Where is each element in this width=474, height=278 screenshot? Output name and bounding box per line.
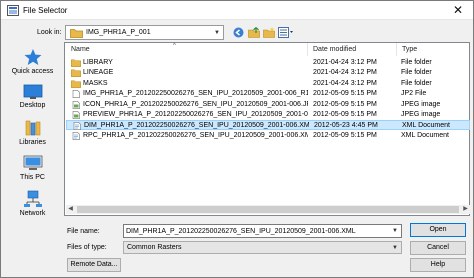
- file-row[interactable]: IMG_PHR1A_P_201202250026276_SEN_IPU_2012…: [66, 89, 470, 99]
- file-type: XML Document: [401, 131, 449, 139]
- sort-caret-icon: ^: [173, 43, 176, 49]
- file-date: 2021-04-24 3:12 PM: [313, 59, 377, 66]
- filetype-dropdown[interactable]: Common Rasters ▼: [123, 241, 402, 254]
- file-type: JPEG image: [401, 100, 441, 108]
- window-title: File Selector: [23, 6, 68, 15]
- scroll-left-icon[interactable]: ◀: [66, 205, 75, 214]
- chevron-down-icon: ▼: [214, 30, 220, 36]
- image-file-icon: [71, 111, 81, 119]
- file-selector-dialog: File Selector ✕ Look in: IMG_PHR1A_P_001…: [0, 0, 474, 278]
- place-this-pc[interactable]: This PC: [5, 154, 60, 182]
- filename-field[interactable]: [124, 225, 386, 237]
- file-icon: [71, 90, 81, 99]
- place-libraries[interactable]: Libraries: [5, 119, 60, 147]
- column-divider[interactable]: [396, 43, 397, 56]
- file-date: 2012-05-09 5:15 PM: [313, 90, 377, 98]
- back-button[interactable]: [232, 25, 245, 40]
- file-row[interactable]: PREVIEW_PHR1A_P_201202250026276_SEN_IPU_…: [66, 110, 470, 120]
- file-name: LINEAGE: [83, 69, 114, 77]
- scroll-right-icon[interactable]: ▶: [461, 205, 470, 214]
- column-header-name[interactable]: Name: [71, 43, 90, 56]
- column-divider[interactable]: [307, 43, 308, 56]
- place-label: This PC: [20, 174, 45, 181]
- up-folder-button[interactable]: [247, 25, 260, 40]
- file-date: 2021-04-24 3:12 PM: [313, 69, 377, 77]
- place-network[interactable]: Network: [5, 190, 60, 218]
- star-icon: [24, 49, 41, 65]
- file-row[interactable]: MASKS 2021-04-24 3:12 PM File folder: [66, 79, 470, 89]
- image-file-icon: [71, 100, 81, 109]
- place-label: Desktop: [19, 102, 46, 109]
- column-header-type[interactable]: Type: [402, 43, 417, 56]
- new-folder-icon: [262, 27, 275, 38]
- file-type: File folder: [401, 79, 432, 87]
- file-name: RPC_PHR1A_P_201202250026276_SEN_IPU_2012…: [83, 131, 308, 139]
- filename-label: File name:: [67, 228, 100, 235]
- lookin-dropdown[interactable]: IMG_PHR1A_P_001 ▼: [65, 25, 224, 40]
- place-quick-access[interactable]: Quick access: [5, 48, 60, 76]
- xml-file-icon: [72, 122, 82, 131]
- folder-icon: [71, 80, 81, 88]
- open-button[interactable]: Open: [410, 223, 466, 237]
- title-bar: File Selector ✕: [1, 1, 473, 20]
- back-arrow-icon: [233, 27, 244, 38]
- file-row[interactable]: DIM_PHR1A_P_201202250026276_SEN_IPU_2012…: [66, 120, 470, 131]
- xml-file-icon: [71, 131, 81, 140]
- computer-icon: [23, 155, 42, 170]
- help-button[interactable]: Help: [410, 258, 466, 272]
- file-name: PREVIEW_PHR1A_P_201202250026276_SEN_IPU_…: [83, 111, 308, 118]
- file-type: JP2 File: [401, 90, 427, 98]
- new-folder-button[interactable]: [262, 25, 275, 40]
- up-folder-icon: [247, 27, 260, 38]
- filename-combo[interactable]: ▼: [123, 224, 402, 238]
- view-menu-button[interactable]: [277, 25, 294, 40]
- horizontal-scrollbar[interactable]: ◀ ▶: [66, 205, 470, 214]
- network-icon: [23, 190, 42, 207]
- chevron-down-icon[interactable]: ▼: [391, 227, 399, 235]
- app-icon: [7, 5, 19, 16]
- file-date: 2012-05-09 5:15 PM: [313, 131, 377, 139]
- close-button[interactable]: ✕: [449, 2, 467, 18]
- folder-icon: [71, 69, 81, 78]
- file-name: IMG_PHR1A_P_201202250026276_SEN_IPU_2012…: [83, 90, 308, 98]
- file-row[interactable]: RPC_PHR1A_P_201202250026276_SEN_IPU_2012…: [66, 131, 470, 141]
- folder-icon: [71, 59, 81, 67]
- chevron-down-icon: ▼: [392, 245, 398, 251]
- file-name: ICON_PHR1A_P_201202250026276_SEN_IPU_201…: [83, 100, 308, 108]
- scrollbar-thumb[interactable]: [77, 206, 459, 213]
- file-row[interactable]: ICON_PHR1A_P_201202250026276_SEN_IPU_201…: [66, 100, 470, 110]
- lookin-value: IMG_PHR1A_P_001: [86, 29, 151, 36]
- file-date: 2012-05-09 5:15 PM: [313, 111, 377, 118]
- view-menu-icon: [277, 27, 293, 38]
- file-list[interactable]: Name ^ Date modified Type LIBRARY 2021-04…: [64, 42, 470, 216]
- file-row[interactable]: LIBRARY 2021-04-24 3:12 PM File folder: [66, 58, 470, 68]
- file-date: 2012-05-09 5:15 PM: [313, 100, 377, 108]
- places-bar: Quick access Desktop Libraries This PC N…: [5, 42, 60, 226]
- libraries-icon: [25, 120, 40, 136]
- file-type: File folder: [401, 69, 432, 77]
- file-type: JPEG image: [401, 111, 441, 118]
- file-type: File folder: [401, 59, 432, 66]
- filetype-value: Common Rasters: [127, 244, 182, 251]
- place-label: Network: [19, 210, 46, 217]
- column-header-date[interactable]: Date modified: [313, 43, 356, 56]
- place-desktop[interactable]: Desktop: [5, 84, 60, 110]
- lookin-label: Look in:: [37, 29, 62, 36]
- cancel-button[interactable]: Cancel: [410, 241, 466, 255]
- desktop-icon: [23, 84, 42, 99]
- file-name: LIBRARY: [83, 59, 113, 66]
- file-date: 2021-04-24 3:12 PM: [313, 79, 377, 87]
- file-row[interactable]: LINEAGE 2021-04-24 3:12 PM File folder: [66, 68, 470, 78]
- place-label: Libraries: [19, 139, 46, 146]
- file-name: MASKS: [83, 79, 108, 87]
- remote-data-button[interactable]: Remote Data...: [67, 258, 121, 272]
- filetype-label: Files of type:: [67, 244, 107, 251]
- place-label: Quick access: [11, 68, 54, 75]
- folder-icon: [70, 29, 83, 38]
